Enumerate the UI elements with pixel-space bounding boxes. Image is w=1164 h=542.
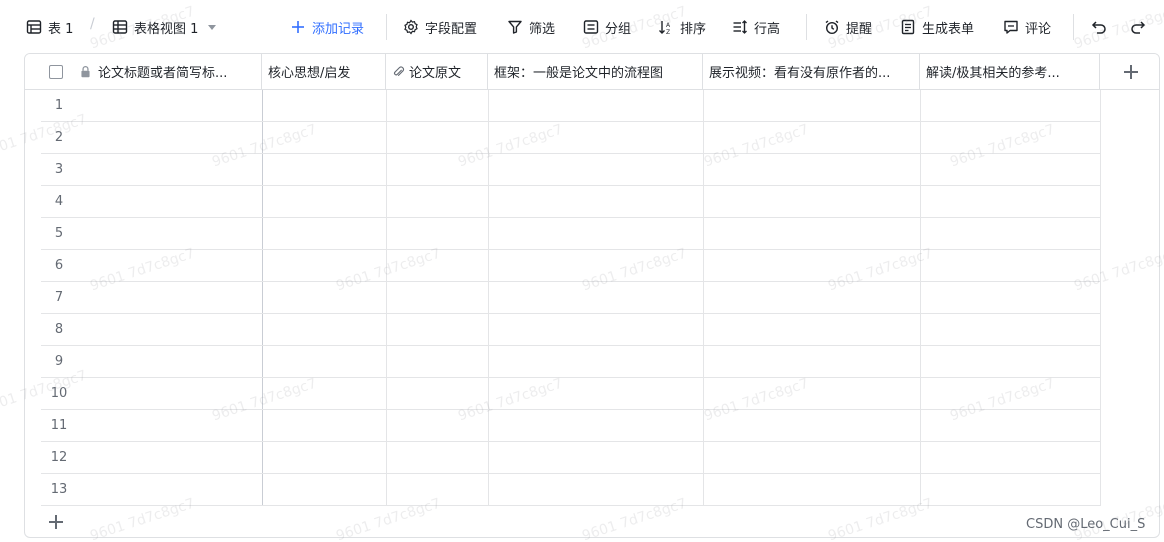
form-icon: [901, 19, 915, 35]
remind-label: 提醒: [846, 21, 873, 37]
table-row[interactable]: 11: [41, 410, 1101, 442]
toolbar: 表 1 / 表格视图 1 添加记录 字段配置 筛选 分组 AZ 排序 行高 提醒…: [0, 0, 1164, 54]
gear-icon: [404, 19, 418, 35]
add-row-icon[interactable]: [49, 515, 63, 529]
header-title-wrapper: 论文标题或者简写标...: [79, 62, 227, 81]
row-number: 12: [50, 450, 68, 465]
sort-button[interactable]: AZ 排序: [658, 16, 706, 38]
table-row[interactable]: 8: [41, 314, 1101, 346]
group-button[interactable]: 分组: [583, 16, 631, 38]
header-cell-core-idea[interactable]: 核心思想/启发: [262, 54, 386, 89]
add-column-icon[interactable]: [1124, 65, 1138, 79]
comment-label: 评论: [1025, 21, 1052, 37]
row-number: 7: [54, 290, 64, 305]
table-row[interactable]: 5: [41, 218, 1101, 250]
sort-icon: AZ: [659, 21, 671, 35]
row-number: 8: [54, 322, 64, 337]
field-config-button[interactable]: 字段配置: [403, 16, 477, 38]
grid-view-icon: [112, 20, 128, 34]
field-config-label: 字段配置: [425, 21, 478, 37]
table-header: 论文标题或者简写标... 核心思想/启发 论文原文 框架：一般是论文中的流程图 …: [25, 54, 1159, 90]
table-row[interactable]: 10: [41, 378, 1101, 410]
alarm-clock-icon: [825, 20, 839, 35]
row-number: 13: [50, 482, 68, 497]
table-row[interactable]: 9: [41, 346, 1101, 378]
row-number: 1: [54, 98, 64, 113]
row-number: 11: [50, 418, 68, 433]
sort-label: 排序: [680, 21, 707, 37]
group-icon: [583, 20, 599, 34]
toolbar-divider: [806, 14, 807, 40]
column-header-label: 核心思想/启发: [268, 66, 351, 81]
add-record-label: 添加记录: [312, 21, 365, 37]
table-row[interactable]: 4: [41, 186, 1101, 218]
filter-icon: [508, 20, 522, 34]
undo-icon: [1091, 21, 1106, 34]
filter-label: 筛选: [529, 21, 556, 37]
attachment-icon: [393, 66, 404, 76]
table-row[interactable]: 13: [41, 474, 1101, 506]
footer-credit: CSDN @Leo_Cui_S: [1026, 517, 1146, 532]
row-number: 3: [54, 162, 64, 177]
svg-text:A: A: [666, 22, 671, 29]
add-record-button[interactable]: 添加记录: [290, 16, 364, 38]
table-row[interactable]: 6: [41, 250, 1101, 282]
header-cell-video[interactable]: 展示视频：看有没有原作者的...: [703, 54, 920, 89]
column-header-label: 框架：一般是论文中的流程图: [494, 66, 664, 81]
select-all-checkbox[interactable]: [49, 64, 63, 79]
header-cell-framework[interactable]: 框架：一般是论文中的流程图: [488, 54, 703, 89]
redo-button[interactable]: [1130, 16, 1146, 38]
remind-button[interactable]: 提醒: [824, 16, 872, 38]
row-height-button[interactable]: 行高: [732, 16, 780, 38]
comment-icon: [1004, 20, 1018, 34]
table-row[interactable]: 3: [41, 154, 1101, 186]
lock-icon: [81, 65, 90, 78]
column-header-label: 展示视频：看有没有原作者的...: [709, 66, 891, 81]
row-number: 4: [54, 194, 64, 209]
column-header-label: 论文原文: [409, 66, 462, 81]
table-row[interactable]: 7: [41, 282, 1101, 314]
table-row[interactable]: 12: [41, 442, 1101, 474]
plus-icon: [292, 21, 304, 33]
header-cell-reference[interactable]: 解读/极其相关的参考...: [920, 54, 1100, 89]
group-label: 分组: [605, 21, 632, 37]
table-row[interactable]: 2: [41, 122, 1101, 154]
header-cell-title[interactable]: 论文标题或者简写标...: [25, 54, 262, 89]
breadcrumb-separator: /: [90, 16, 95, 32]
generate-form-button[interactable]: 生成表单: [900, 16, 974, 38]
row-number: 5: [54, 226, 64, 241]
row-number: 6: [54, 258, 64, 273]
row-height-label: 行高: [754, 21, 781, 37]
table-tab[interactable]: 表 1: [26, 16, 73, 38]
table-name: 表 1: [48, 21, 74, 37]
chevron-down-icon: [208, 24, 217, 30]
table-row[interactable]: 1: [41, 90, 1101, 122]
redo-icon: [1131, 21, 1146, 34]
undo-button[interactable]: [1091, 16, 1107, 38]
row-height-icon: [733, 20, 747, 34]
row-number: 9: [54, 354, 64, 369]
toolbar-divider: [386, 14, 387, 40]
filter-button[interactable]: 筛选: [507, 16, 555, 38]
comment-button[interactable]: 评论: [1003, 16, 1051, 38]
data-table: 论文标题或者简写标... 核心思想/启发 论文原文 框架：一般是论文中的流程图 …: [24, 53, 1160, 538]
view-name: 表格视图 1: [134, 21, 199, 37]
column-header-label: 解读/极其相关的参考...: [926, 66, 1060, 81]
row-number: 10: [50, 386, 68, 401]
generate-form-label: 生成表单: [922, 21, 975, 37]
column-header-label: 论文标题或者简写标...: [98, 66, 228, 81]
table-icon: [26, 20, 42, 34]
svg-text:Z: Z: [666, 29, 670, 35]
toolbar-divider: [1073, 14, 1074, 40]
row-number: 2: [54, 130, 64, 145]
header-cell-paper[interactable]: 论文原文: [386, 54, 488, 89]
view-selector[interactable]: 表格视图 1: [112, 16, 217, 38]
